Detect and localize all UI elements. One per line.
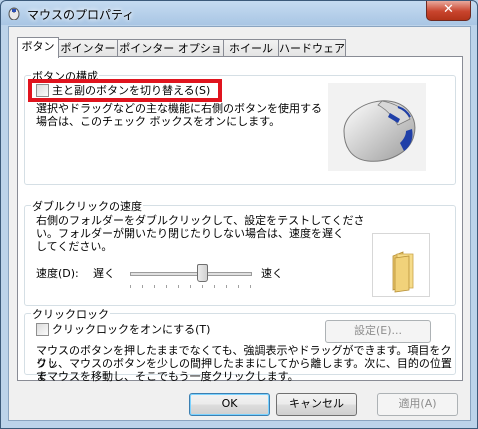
- slider-tick: [226, 285, 227, 288]
- tab-pointer-options[interactable]: ポインター オプション: [117, 39, 224, 72]
- slider-tick: [202, 285, 203, 288]
- slider-tick: [178, 285, 179, 288]
- close-icon: ✕: [443, 2, 454, 17]
- buttons-tab-panel: ボタンの構成 主と副のボタンを切り替える(S) 選択やドラッグなどの主な機能に右…: [17, 56, 463, 383]
- button-config-description-1: 選択やドラッグなどの主な機能に右側のボタンを使用する: [36, 102, 322, 115]
- mouse-illustration-frame: [328, 83, 426, 171]
- slider-tick: [130, 285, 131, 288]
- click-lock-label[interactable]: クリックロックをオンにする(T): [52, 323, 210, 336]
- mouse-properties-window: マウスのプロパティ ✕ ボタン ポインター ポインター オプション ホイール ハ…: [0, 0, 478, 429]
- swap-buttons-checkbox[interactable]: [36, 84, 49, 97]
- tab-pointers[interactable]: ポインター: [58, 39, 118, 57]
- click-lock-settings-button[interactable]: 設定(E)...: [325, 320, 431, 343]
- slow-label: 遅く: [93, 267, 115, 280]
- slider-tick: [214, 285, 215, 288]
- slider-tick: [190, 285, 191, 288]
- mouse-illustration: [343, 100, 416, 162]
- click-lock-description-3: でマウスを移動し、そこでもう一度クリックします。: [36, 370, 299, 383]
- click-lock-checkbox[interactable]: [36, 323, 49, 336]
- double-click-speed-slider[interactable]: [130, 272, 252, 276]
- slider-tick: [166, 285, 167, 288]
- dialog-client-area: ボタン ポインター ポインター オプション ホイール ハードウェア ボタンの構成…: [8, 26, 471, 421]
- slider-tick: [154, 285, 155, 288]
- close-button[interactable]: ✕: [426, 1, 471, 21]
- mouse-app-icon: [8, 7, 20, 20]
- double-click-description-1: 右側のフォルダーをダブルクリックして、設定をテストしてくださ: [36, 214, 365, 227]
- click-lock-title: クリックロック: [31, 306, 110, 322]
- fast-label: 速く: [261, 267, 283, 280]
- button-config-description-2: 場合は、このチェック ボックスをオンにします。: [36, 115, 281, 128]
- apply-button[interactable]: 適用(A): [377, 393, 458, 416]
- double-click-description-3: してください。: [36, 240, 113, 253]
- tab-buttons[interactable]: ボタン: [17, 37, 59, 58]
- swap-buttons-label[interactable]: 主と副のボタンを切り替える(S): [52, 84, 210, 97]
- window-title: マウスのプロパティ: [27, 8, 135, 22]
- folder-icon: [392, 251, 414, 293]
- slider-tick: [250, 285, 251, 288]
- slider-tick: [142, 285, 143, 288]
- tab-wheel[interactable]: ホイール: [223, 39, 279, 57]
- cancel-button[interactable]: キャンセル: [276, 393, 357, 416]
- title-bar[interactable]: マウスのプロパティ ✕: [1, 1, 477, 27]
- double-click-title: ダブルクリックの速度: [31, 198, 143, 214]
- ok-button[interactable]: OK: [189, 393, 270, 416]
- slider-thumb[interactable]: [197, 264, 208, 282]
- slider-tick: [238, 285, 239, 288]
- tab-hardware[interactable]: ハードウェア: [278, 39, 346, 57]
- speed-label: 速度(D):: [36, 267, 79, 280]
- test-folder-box[interactable]: [372, 233, 430, 297]
- double-click-description-2: い。フォルダーが開いたり閉じたりしない場合は、速度を遅く: [36, 227, 344, 240]
